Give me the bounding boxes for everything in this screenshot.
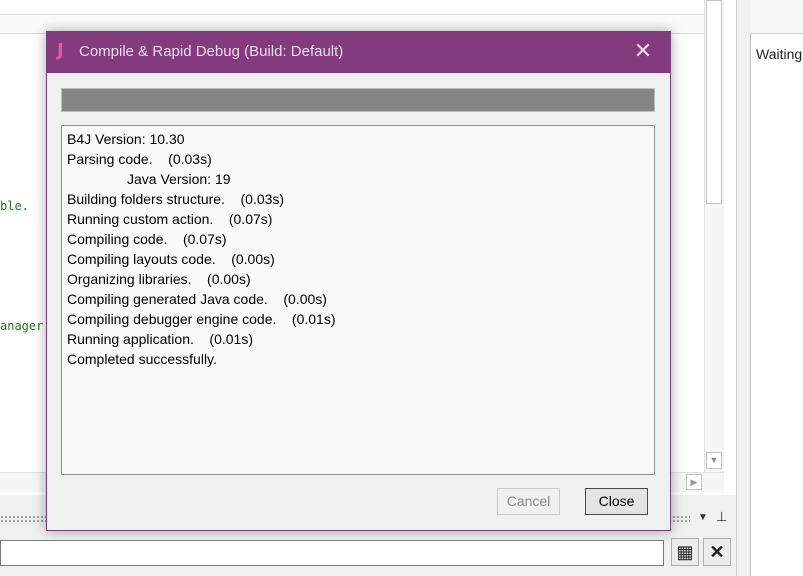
scrollbar-thumb[interactable] (706, 0, 722, 204)
dialog-title: Compile & Rapid Debug (Build: Default) (79, 43, 344, 60)
log-line: Compiling layouts code. (0.00s) (67, 251, 275, 267)
compile-dialog: J Compile & Rapid Debug (Build: Default)… (46, 31, 671, 531)
calculator-icon[interactable]: ▦ (671, 538, 699, 566)
pin-icon[interactable]: ⊥ (716, 509, 727, 525)
log-line: Organizing libraries. (0.00s) (67, 271, 251, 287)
logs-status-text: Waiting (756, 46, 803, 62)
scroll-right-icon[interactable]: ▶ (686, 474, 702, 490)
code-line: anager (0, 319, 44, 333)
b4j-logo-icon: J (57, 40, 64, 61)
compile-progress-bar (61, 88, 655, 112)
log-line: Running custom action. (0.07s) (67, 211, 273, 227)
panel-menu-icon[interactable]: ▼ (698, 512, 708, 523)
log-line: B4J Version: 10.30 (67, 131, 185, 147)
logs-panel (750, 0, 803, 576)
immediate-input[interactable] (0, 540, 664, 566)
compile-log[interactable]: B4J Version: 10.30 Parsing code. (0.03s) J… (61, 125, 655, 475)
log-line: Building folders structure. (0.03s) (67, 191, 285, 207)
log-line: Running application. (0.01s) (67, 331, 253, 347)
log-line: Compiling debugger engine code. (0.01s) (67, 311, 336, 327)
progress-fill (62, 89, 654, 111)
clear-icon[interactable]: ✕ (703, 538, 731, 566)
code-line: ble. (0, 199, 29, 213)
close-icon[interactable]: ✕ (631, 38, 655, 66)
log-line: Parsing code. (0.03s) (67, 151, 212, 167)
log-line: Completed successfully. (67, 351, 217, 367)
log-line: Compiling code. (0.07s) (67, 231, 227, 247)
close-button[interactable]: Close (585, 488, 648, 515)
cancel-button[interactable]: Cancel (497, 488, 560, 515)
log-line: Java Version: 19 (127, 171, 231, 187)
dialog-titlebar[interactable]: J Compile & Rapid Debug (Build: Default)… (47, 32, 670, 73)
scroll-down-icon[interactable]: ▼ (706, 452, 722, 469)
log-line: Compiling generated Java code. (0.00s) (67, 291, 327, 307)
logs-panel-header (750, 0, 803, 34)
